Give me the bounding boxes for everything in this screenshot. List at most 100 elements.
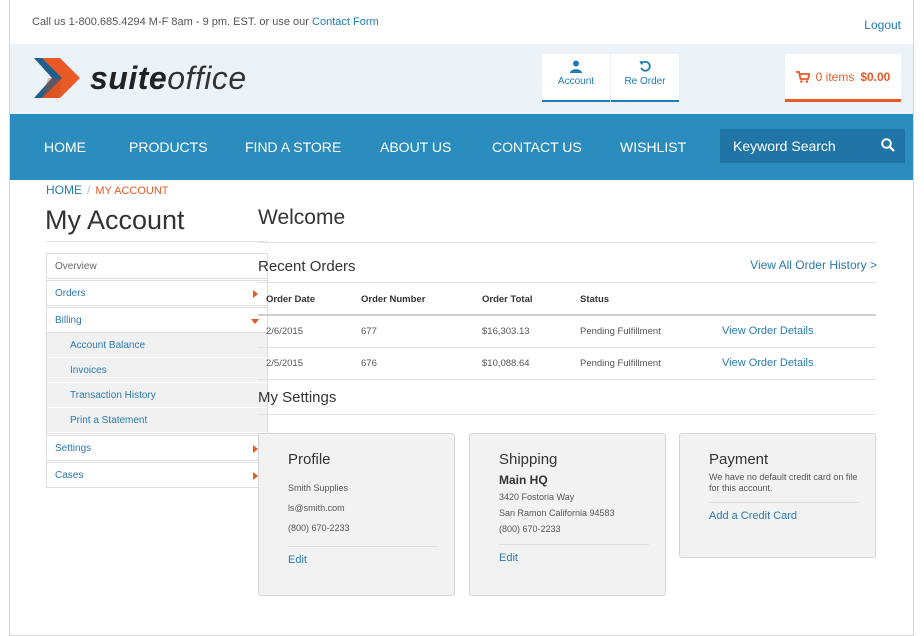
recent-orders-heading: Recent Orders — [258, 258, 356, 275]
my-settings-heading: My Settings — [258, 389, 337, 406]
view-all-orders-link[interactable]: View All Order History > — [750, 258, 877, 272]
profile-phone: (800) 670-2233 — [288, 523, 350, 533]
payment-message: We have no default credit card on file f… — [709, 472, 858, 493]
divider — [258, 242, 876, 243]
order-date: 2/6/2015 — [258, 315, 353, 348]
order-total: $10,088.64 — [474, 347, 572, 380]
divider — [258, 282, 876, 283]
divider — [499, 544, 649, 545]
reorder-button-label: Re Order — [624, 76, 666, 87]
sub-item-invoices[interactable]: Invoices — [47, 358, 267, 383]
column-header: Order Date — [258, 285, 353, 316]
divider — [258, 414, 876, 415]
table-header-row: Order Date Order Number Order Total Stat… — [258, 285, 876, 316]
nav-find-a-store[interactable]: FIND A STORE — [245, 114, 341, 180]
nav-wishlist[interactable]: WISHLIST — [620, 114, 686, 180]
edit-profile-link[interactable]: Edit — [288, 554, 307, 566]
main-nav: HOME PRODUCTS FIND A STORE ABOUT US CONT… — [10, 114, 913, 180]
profile-card: Profile Smith Supplies ls@smith.com (800… — [258, 433, 455, 596]
sub-item-transaction-history[interactable]: Transaction History — [47, 383, 267, 408]
table-row: 2/5/2015 676 $10,088.64 Pending Fulfillm… — [258, 347, 876, 380]
shipping-city: San Ramon California 94583 — [499, 508, 615, 518]
logo-chevron-icon — [34, 58, 80, 98]
profile-company: Smith Supplies — [288, 483, 349, 493]
shipping-phone: (800) 670-2233 — [499, 524, 561, 534]
payment-card: Payment We have no default credit card o… — [679, 433, 876, 558]
side-item-label: Orders — [55, 288, 86, 299]
breadcrumb: HOME / MY ACCOUNT — [46, 183, 168, 197]
user-icon — [570, 60, 582, 73]
logo[interactable]: suiteoffice — [34, 52, 247, 104]
column-header: Status — [572, 285, 714, 316]
top-bar: Call us 1-800.685.4294 M-F 8am - 9 pm. E… — [10, 0, 913, 44]
account-side-menu: Overview Orders Billing Account Balance … — [46, 253, 268, 489]
profile-card-title: Profile — [288, 451, 331, 468]
view-order-details-link[interactable]: View Order Details — [714, 315, 876, 348]
contact-form-link[interactable]: Contact Form — [312, 16, 379, 28]
sub-item-account-balance[interactable]: Account Balance — [47, 333, 267, 358]
divider — [288, 546, 438, 547]
logo-text-bold: suite — [90, 59, 168, 96]
side-item-label: Cases — [55, 470, 84, 481]
breadcrumb-home[interactable]: HOME — [46, 183, 82, 197]
page-frame: Call us 1-800.685.4294 M-F 8am - 9 pm. E… — [9, 0, 914, 636]
cart-icon — [795, 70, 810, 83]
view-order-details-link[interactable]: View Order Details — [714, 347, 876, 380]
profile-email: ls@smith.com — [288, 503, 345, 513]
page-title: My Account — [45, 205, 185, 235]
account-button[interactable]: Account — [542, 54, 610, 102]
side-item-label: Overview — [55, 261, 97, 272]
breadcrumb-current: MY ACCOUNT — [95, 185, 169, 197]
divider — [46, 241, 268, 242]
nav-about-us[interactable]: ABOUT US — [380, 114, 451, 180]
account-button-label: Account — [557, 76, 595, 87]
cart-items: 0 items — [815, 69, 855, 84]
side-item-orders[interactable]: Orders — [46, 280, 268, 306]
logo-text-light: office — [167, 59, 247, 96]
nav-products[interactable]: PRODUCTS — [129, 114, 208, 180]
add-credit-card-link[interactable]: Add a Credit Card — [709, 510, 797, 522]
edit-shipping-link[interactable]: Edit — [499, 552, 518, 564]
order-date: 2/5/2015 — [258, 347, 353, 380]
search-input[interactable] — [733, 138, 873, 154]
logout-link[interactable]: Logout — [864, 18, 901, 32]
column-header — [714, 285, 876, 316]
site-header: suiteoffice Account Re Order 0 items $0.… — [10, 44, 913, 114]
welcome-heading: Welcome — [258, 206, 346, 229]
order-number: 677 — [353, 315, 474, 348]
cart-button[interactable]: 0 items $0.00 — [785, 54, 901, 102]
nav-contact-us[interactable]: CONTACT US — [492, 114, 582, 180]
column-header: Order Number — [353, 285, 474, 316]
logo-text: suiteoffice — [90, 60, 247, 97]
side-item-label: Settings — [55, 443, 92, 454]
side-item-label: Billing — [55, 315, 82, 326]
order-status: Pending Fulfillment — [572, 347, 714, 380]
cart-total: $0.00 — [860, 69, 891, 84]
side-item-cases[interactable]: Cases — [46, 462, 268, 488]
table-row: 2/6/2015 677 $16,303.13 Pending Fulfillm… — [258, 315, 876, 348]
order-number: 676 — [353, 347, 474, 380]
order-total: $16,303.13 — [474, 315, 572, 348]
billing-submenu: Account Balance Invoices Transaction His… — [46, 333, 268, 434]
shipping-card-title: Shipping — [499, 451, 558, 468]
order-status: Pending Fulfillment — [572, 315, 714, 348]
side-item-billing[interactable]: Billing — [46, 307, 268, 333]
search-icon[interactable] — [881, 138, 895, 152]
search-box — [720, 129, 905, 163]
payment-card-title: Payment — [709, 451, 769, 468]
call-text: Call us 1-800.685.4294 M-F 8am - 9 pm. E… — [32, 16, 309, 28]
breadcrumb-separator: / — [87, 183, 91, 197]
reorder-button[interactable]: Re Order — [611, 54, 679, 102]
side-item-settings[interactable]: Settings — [46, 435, 268, 461]
recent-orders-table: Order Date Order Number Order Total Stat… — [258, 285, 876, 380]
side-item-overview[interactable]: Overview — [46, 253, 268, 279]
divider — [709, 502, 859, 503]
shipping-street: 3420 Fostoria Way — [499, 492, 575, 502]
sub-item-print-statement[interactable]: Print a Statement — [47, 408, 267, 433]
shipping-address-name: Main HQ — [499, 473, 548, 487]
nav-home[interactable]: HOME — [44, 114, 86, 180]
column-header: Order Total — [474, 285, 572, 316]
shipping-card: Shipping Main HQ 3420 Fostoria Way San R… — [469, 433, 666, 596]
contact-info: Call us 1-800.685.4294 M-F 8am - 9 pm. E… — [32, 16, 379, 28]
refresh-icon — [639, 60, 651, 72]
